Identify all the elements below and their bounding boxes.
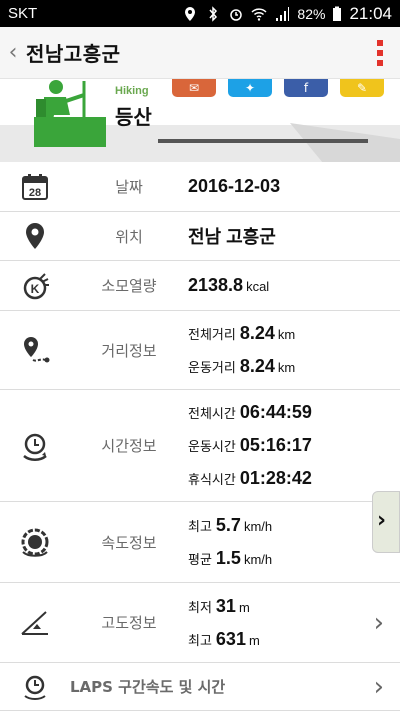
altitude-slope-icon [21,610,48,635]
moving-distance-label: 운동거리 [188,361,236,376]
hiker-icon [34,80,106,147]
max-altitude-unit: m [248,632,260,648]
min-altitude-label: 최저 [188,600,212,616]
max-altitude-label: 최고 [188,633,212,649]
date-value: 2016-12-03 [188,176,281,196]
calories-value: 2138.8 [188,275,244,295]
calendar-icon: 28 [22,173,48,200]
row-distance: 거리정보 전체거리 8.24 km 운동거리 8.24 km [0,311,400,390]
rest-time-value: 01:28:42 [239,468,312,488]
moving-distance-value: 8.24 [239,356,275,376]
activity-banner: ✉ ✦ f ✎ Hiking 등산 [0,79,400,162]
battery-icon [333,6,342,21]
max-speed-unit: km/h [243,519,273,534]
moving-time-value: 05:16:17 [239,435,312,455]
row-time: 시간정보 전체시간 06:44:59 운동시간 05:16:17 휴식시간 01… [0,390,400,502]
title-bar: ‹ 전남고흥군 [0,27,400,79]
moving-time-label: 운동시간 [188,440,236,455]
row-location: 위치 전남 고흥군 [0,212,400,261]
max-speed-label: 최고 [188,520,212,535]
altitude-chevron-right-icon[interactable]: › [374,608,384,638]
share-kakao-button[interactable]: ✉ [172,79,216,97]
route-pin-icon [24,337,50,363]
activity-label-en: Hiking [115,85,149,97]
max-speed-value: 5.7 [215,515,241,535]
share-twitter-button[interactable]: ✦ [228,79,272,97]
status-icons: 82% 21:04 [182,4,392,24]
min-altitude-unit: m [238,599,250,615]
total-distance-label: 전체거리 [188,328,236,343]
bluetooth-icon [209,5,218,22]
altitude-label: 고도정보 [101,614,157,632]
map-chevron-right-icon: › [377,508,387,533]
total-time-label: 전체시간 [188,407,236,422]
page-title: 전남고흥군 [26,42,121,66]
avg-speed-value: 1.5 [215,548,241,568]
speed-label: 속도정보 [101,533,157,552]
row-calories: K 소모열량 2138.8 kcal [0,261,400,311]
clock-cycle-icon [23,433,47,461]
svg-text:28: 28 [29,187,41,199]
status-bar: SKT 82% 21:04 [0,0,400,27]
min-altitude-value: 31 [215,595,236,616]
avg-speed-label: 평균 [188,553,212,568]
row-date: 28 날짜 2016-12-03 [0,162,400,212]
total-distance-value: 8.24 [239,323,275,343]
row-laps[interactable]: LAPS 구간속도 및 시간 › [0,663,400,711]
laps-clock-icon [24,675,46,700]
share-facebook-button[interactable]: f [284,79,328,97]
max-altitude-value: 631 [215,628,246,649]
row-altitude[interactable]: 고도정보 최저 31 m 최고 631 m › [0,583,400,663]
rest-time-label: 휴식시간 [188,473,236,488]
wifi-icon [251,7,267,21]
distance-label: 거리정보 [101,341,157,360]
calorie-flame-icon: K [23,272,49,299]
record-detail-list: 28 날짜 2016-12-03 위치 전남 고흥군 K 소모열량 2138.8… [0,162,400,711]
overflow-menu-icon[interactable] [360,27,400,79]
speedometer-icon [21,528,49,557]
battery-percent: 82% [297,5,326,22]
location-pin-icon [26,223,44,249]
signal-icon [276,6,290,21]
calories-label: 소모열량 [101,277,157,295]
laps-chevron-right-icon[interactable]: › [374,672,384,702]
total-distance-unit: km [277,327,296,342]
svg-text:K: K [31,282,40,296]
activity-label-ko: 등산 [115,105,152,129]
clock: 21:04 [349,3,392,23]
map-thumbnail-button[interactable]: › [372,491,400,553]
calories-unit: kcal [246,279,270,294]
carrier-label: SKT [8,5,38,22]
time-label: 시간정보 [101,437,157,455]
laps-label: LAPS 구간속도 및 시간 [70,678,226,696]
location-icon [185,6,196,21]
location-label: 위치 [115,227,143,246]
banner-stripe [158,139,368,143]
back-chevron-icon[interactable]: ‹ [0,27,26,79]
date-label: 날짜 [115,178,143,196]
row-speed: 속도정보 최고 5.7 km/h 평균 1.5 km/h [0,502,400,583]
location-value: 전남 고흥군 [188,227,276,247]
avg-speed-unit: km/h [243,552,273,567]
alarm-icon [230,8,243,21]
share-note-button[interactable]: ✎ [340,79,384,97]
total-time-value: 06:44:59 [239,402,312,422]
moving-distance-unit: km [277,360,296,375]
